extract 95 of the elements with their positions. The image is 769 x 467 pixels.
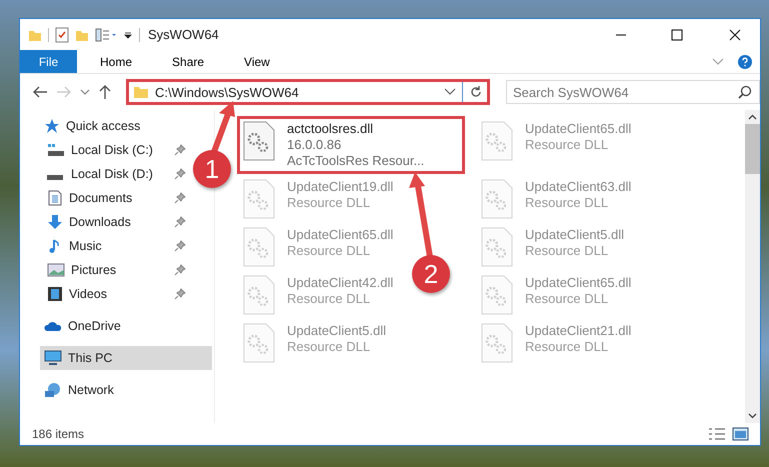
sidebar-item[interactable]: Pictures bbox=[20, 258, 192, 282]
back-arrow-icon[interactable] bbox=[32, 85, 48, 99]
pin-icon[interactable] bbox=[174, 288, 186, 300]
monitor-icon bbox=[44, 350, 62, 366]
sidebar-label: Local Disk (C:) bbox=[71, 143, 153, 157]
pin-icon[interactable] bbox=[174, 144, 186, 156]
sidebar-label: Music bbox=[69, 239, 102, 253]
sidebar-label: Network bbox=[68, 383, 114, 397]
file-name: UpdateClient65.dll bbox=[525, 121, 632, 137]
file-detail: Resource DLL bbox=[287, 339, 372, 355]
file-name: UpdateClient5.dll bbox=[525, 227, 624, 243]
file-gear-icon bbox=[481, 121, 513, 161]
file-gear-icon bbox=[481, 227, 513, 267]
file-gear-icon bbox=[243, 323, 275, 363]
chevron-icon[interactable] bbox=[712, 58, 724, 66]
star-icon bbox=[44, 118, 60, 134]
file-detail: Resource DLL bbox=[525, 339, 610, 355]
sidebar-label: Videos bbox=[69, 287, 107, 301]
pin-icon[interactable] bbox=[174, 240, 186, 252]
up-arrow-icon[interactable] bbox=[98, 84, 112, 100]
ribbon-tab[interactable]: View bbox=[227, 50, 287, 73]
file-gear-icon bbox=[481, 323, 513, 363]
pin-icon[interactable] bbox=[174, 264, 186, 276]
sidebar-label: This PC bbox=[68, 351, 112, 365]
file-gear-icon bbox=[481, 275, 513, 315]
sidebar-item[interactable]: Local Disk (D:) bbox=[20, 162, 192, 186]
file-name: UpdateClient5.dll bbox=[287, 323, 386, 339]
drive-icon bbox=[47, 174, 63, 180]
file-menu-button[interactable]: File bbox=[20, 50, 77, 73]
sidebar-item[interactable]: Downloads bbox=[20, 210, 192, 234]
scroll-thumb[interactable] bbox=[745, 124, 760, 174]
file-name: UpdateClient21.dll bbox=[525, 323, 632, 339]
tiles-view-icon[interactable] bbox=[732, 427, 750, 441]
help-icon[interactable] bbox=[738, 54, 752, 68]
file-name: UpdateClient65.dll bbox=[287, 227, 394, 243]
network-icon bbox=[44, 382, 62, 398]
sidebar-item[interactable]: OneDrive bbox=[20, 314, 192, 338]
caret-icon[interactable] bbox=[123, 30, 133, 40]
file-name: actctoolsres.dll bbox=[287, 121, 374, 137]
file-gear-icon bbox=[243, 179, 275, 219]
file-detail: Resource DLL bbox=[525, 291, 610, 307]
sidebar-label: Local Disk (D:) bbox=[71, 167, 153, 181]
pin-icon[interactable] bbox=[174, 168, 186, 180]
refresh-icon[interactable] bbox=[469, 85, 483, 99]
sidebar-item[interactable]: Local Disk (C:) bbox=[20, 138, 192, 162]
file-detail: Resource DLL bbox=[525, 137, 610, 153]
download-arrow-icon bbox=[47, 214, 63, 230]
sidebar-label: OneDrive bbox=[68, 319, 121, 333]
details-view-icon[interactable] bbox=[708, 427, 726, 441]
drive-icon bbox=[47, 143, 65, 157]
document-icon bbox=[47, 190, 63, 206]
checklist-icon[interactable] bbox=[55, 26, 69, 42]
ribbon-tab[interactable]: Share bbox=[155, 50, 222, 73]
file-name: UpdateClient19.dll bbox=[287, 179, 394, 195]
arrow bbox=[211, 101, 235, 154]
scrollbar[interactable] bbox=[745, 110, 760, 423]
sidebar-label: Downloads bbox=[69, 215, 131, 229]
window-title: SysWOW64 bbox=[148, 27, 219, 42]
folder-icon bbox=[133, 85, 149, 99]
file-detail: Resource DLL bbox=[287, 195, 372, 211]
sidebar-label: Quick access bbox=[66, 119, 140, 133]
file-gear-icon bbox=[243, 227, 275, 267]
file-name: UpdateClient63.dll bbox=[525, 179, 632, 195]
file-detail: AcTcToolsRes Resour... bbox=[287, 153, 424, 169]
file-detail: 16.0.0.86 bbox=[287, 137, 342, 153]
sidebar-label: Documents bbox=[69, 191, 132, 205]
address-bar[interactable]: C:\Windows\SysWOW64 bbox=[126, 79, 490, 105]
picture-icon bbox=[47, 263, 65, 277]
ribbon-tab[interactable]: Home bbox=[83, 50, 150, 73]
item-count: 186 items bbox=[32, 427, 84, 441]
film-icon bbox=[47, 286, 63, 302]
sidebar-item[interactable]: Quick access bbox=[20, 114, 192, 138]
pin-icon[interactable] bbox=[174, 216, 186, 228]
file-detail: Resource DLL bbox=[287, 243, 372, 259]
cloud-icon bbox=[44, 320, 62, 332]
file-detail: Resource DLL bbox=[525, 243, 610, 259]
file-gear-icon bbox=[243, 121, 275, 161]
address-path: C:\Windows\SysWOW64 bbox=[155, 84, 299, 100]
file-gear-icon bbox=[243, 275, 275, 315]
pin-icon[interactable] bbox=[174, 192, 186, 204]
file-name: UpdateClient65.dll bbox=[525, 275, 632, 291]
file-gear-icon bbox=[481, 179, 513, 219]
search-field[interactable]: Search SysWOW64 bbox=[506, 80, 760, 104]
file-name: UpdateClient42.dll bbox=[287, 275, 394, 291]
file-detail: Resource DLL bbox=[525, 195, 610, 211]
caret-icon[interactable] bbox=[444, 88, 456, 96]
sidebar-item[interactable]: Network bbox=[20, 378, 192, 402]
sidebar-item[interactable]: Music bbox=[20, 234, 192, 258]
sidebar-item[interactable]: Videos bbox=[20, 282, 192, 306]
file-item[interactable]: actctoolsres.dll 16.0.0.86 AcTcToolsRes Resour... bbox=[237, 116, 465, 174]
properties-icon[interactable] bbox=[95, 28, 117, 42]
sidebar-item[interactable]: This PC bbox=[40, 346, 212, 370]
file-detail: Resource DLL bbox=[287, 291, 372, 307]
sidebar-label: Pictures bbox=[71, 263, 116, 277]
sidebar-item[interactable]: Documents bbox=[20, 186, 192, 210]
